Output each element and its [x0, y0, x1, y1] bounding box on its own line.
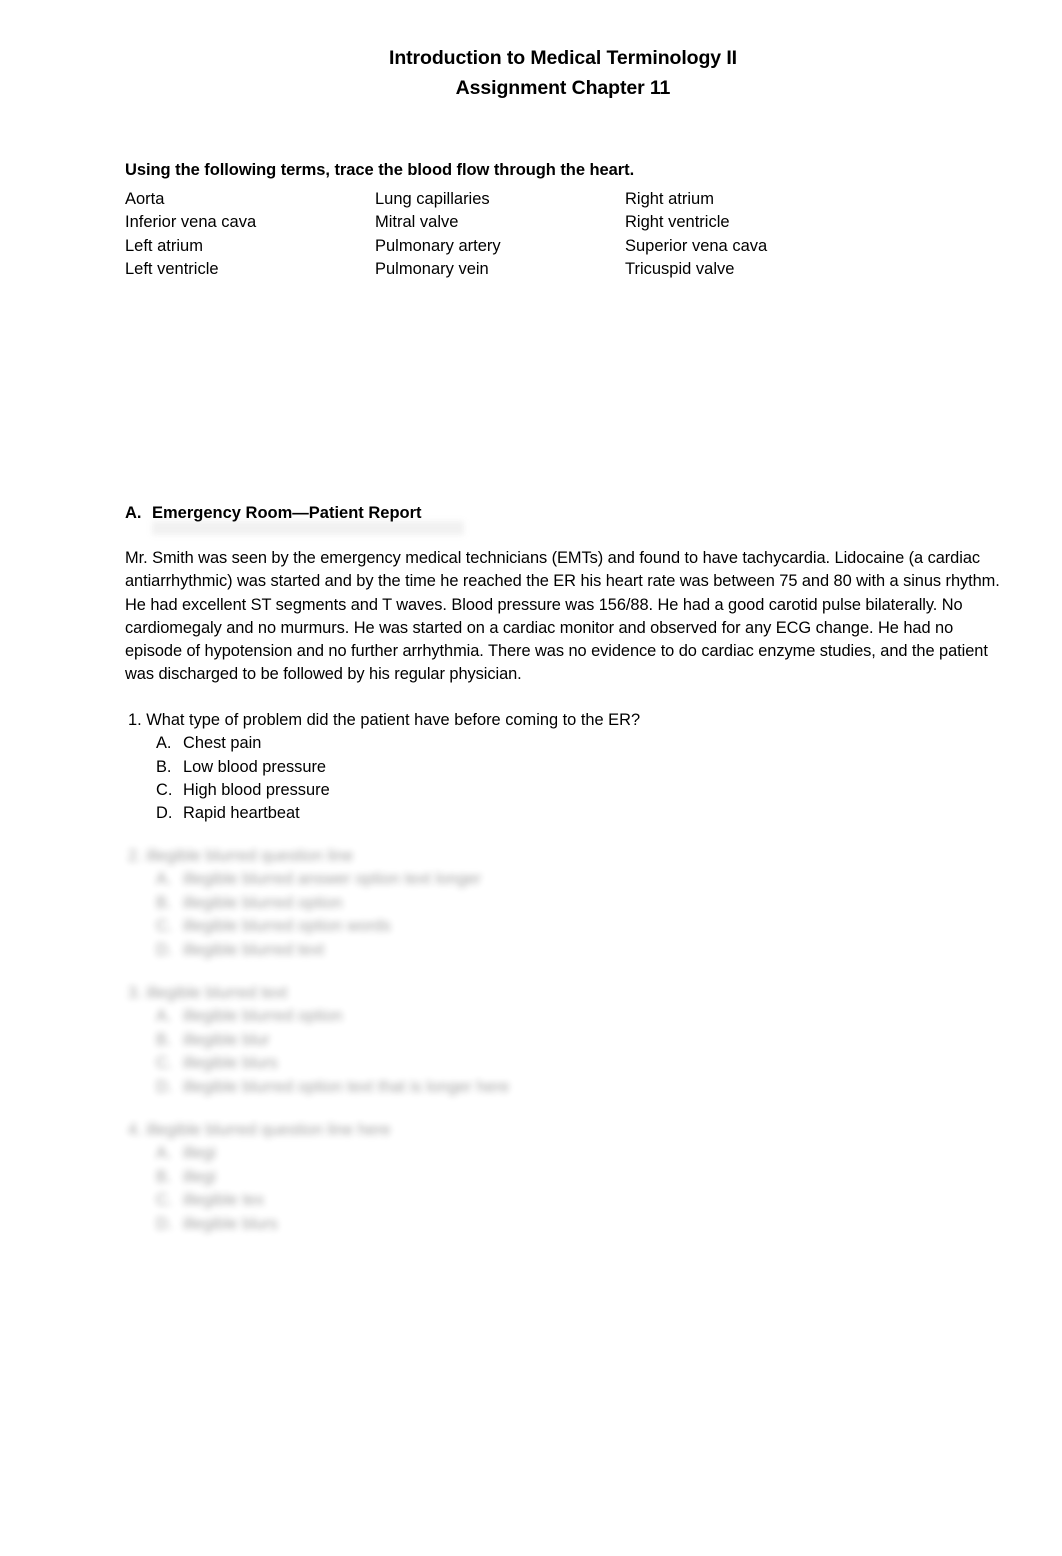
heading-smudge-artifact: [152, 521, 464, 535]
term-item: Pulmonary vein: [375, 260, 489, 279]
option-letter: C.: [156, 1054, 173, 1073]
option-label: illegible tex: [183, 1191, 265, 1210]
option-row[interactable]: A. illegible blurred option: [125, 1005, 1025, 1028]
option-row[interactable]: C. High blood pressure: [125, 779, 1001, 802]
term-item: Mitral valve: [375, 213, 459, 232]
page-title: Introduction to Medical Terminology II A…: [125, 44, 1001, 103]
option-row[interactable]: D. Rapid heartbeat: [125, 802, 1001, 825]
question-3-prompt: illegible blurred text: [146, 984, 288, 1003]
option-letter: C.: [156, 781, 173, 799]
option-label: illegible blurs: [183, 1054, 278, 1073]
term-item: Aorta: [125, 190, 165, 208]
term-item: Inferior vena cava: [125, 213, 257, 232]
question-1-options: A. Chest pain B. Low blood pressure C. High…: [125, 732, 1001, 826]
option-row[interactable]: D. illegible blurred text: [125, 939, 1025, 962]
option-label: illegible blurred option: [183, 1007, 343, 1026]
option-row[interactable]: B. illegible blurred option: [125, 892, 1025, 915]
term-item: Tricuspid valve: [625, 260, 735, 279]
option-row[interactable]: C. illegible blurs: [125, 1052, 1025, 1075]
term-item: Right atrium: [625, 190, 714, 208]
question-4-options: A. illegi B. illegi C. illegible tex D. ille…: [125, 1142, 1025, 1236]
document-content: Introduction to Medical Terminology II A…: [125, 44, 1001, 282]
option-label: illegible blurred option text that is lo…: [183, 1077, 510, 1096]
option-row[interactable]: A. Chest pain: [125, 732, 1001, 755]
option-letter: D.: [156, 1077, 173, 1096]
section-a: A. Emergency Room—Patient Report Mr. Smit…: [125, 502, 1001, 826]
question-2-number: 2.: [128, 847, 142, 865]
option-letter: B.: [156, 1167, 172, 1186]
question-1-number: 1.: [128, 710, 142, 729]
option-letter: D.: [156, 1214, 173, 1233]
option-label: illegible blurred option: [183, 893, 343, 912]
section-heading: A. Emergency Room—Patient Report: [125, 502, 1001, 535]
option-row[interactable]: B. illegible blur: [125, 1029, 1025, 1052]
option-label: Chest pain: [183, 734, 262, 753]
option-label: illegible blurred text: [183, 940, 325, 959]
option-letter: A.: [156, 870, 172, 889]
question-3: 3. illegible blurred text A. illegible bl…: [125, 982, 1025, 1099]
option-letter: D.: [156, 940, 173, 959]
option-letter: A.: [156, 1144, 172, 1163]
document-page: Introduction to Medical Terminology II A…: [0, 0, 1062, 1556]
option-letter: B.: [156, 757, 172, 776]
option-label: High blood pressure: [183, 781, 330, 799]
option-label: illegible blurs: [183, 1214, 278, 1233]
blurred-questions-region: 2. illegible blurred question line A. ill…: [125, 845, 1025, 1236]
question-3-options: A. illegible blurred option B. illegible b…: [125, 1005, 1025, 1099]
section-heading-label: Emergency Room—Patient Report: [152, 504, 422, 522]
option-letter: D.: [156, 804, 173, 823]
question-1-text: 1. What type of problem did the patient …: [128, 709, 1001, 732]
question-4-number: 4.: [128, 1121, 142, 1140]
option-row[interactable]: A. illegi: [125, 1142, 1025, 1165]
question-1-prompt: What type of problem did the patient hav…: [146, 710, 641, 729]
page-title-line-1: Introduction to Medical Terminology II: [389, 47, 737, 69]
option-row[interactable]: C. illegible blurred option words: [125, 915, 1025, 938]
page-title-line-2: Assignment Chapter 11: [455, 76, 671, 99]
option-letter: B.: [156, 1030, 172, 1049]
section-letter: A.: [125, 504, 142, 522]
option-label: illegible blurred answer option text lon…: [183, 870, 481, 889]
question-2-options: A. illegible blurred answer option text l…: [125, 868, 1025, 962]
term-item: Pulmonary artery: [375, 236, 501, 255]
option-letter: C.: [156, 917, 173, 936]
term-item: Left ventricle: [125, 260, 219, 279]
patient-report-paragraph: Mr. Smith was seen by the emergency medi…: [125, 549, 1000, 684]
option-label: Low blood pressure: [183, 757, 327, 776]
option-letter: A.: [156, 734, 172, 753]
option-row[interactable]: C. illegible tex: [125, 1189, 1025, 1212]
option-label: illegi: [183, 1144, 216, 1163]
option-letter: C.: [156, 1191, 173, 1210]
question-2-text: 2. illegible blurred question line: [128, 845, 1025, 868]
term-item: Superior vena cava: [625, 236, 768, 255]
option-row[interactable]: B. illegi: [125, 1166, 1025, 1189]
option-letter: A.: [156, 1007, 172, 1026]
instruction-text: Using the following terms, trace the blo…: [125, 161, 635, 179]
option-label: illegi: [183, 1167, 216, 1186]
option-row[interactable]: B. Low blood pressure: [125, 756, 1001, 779]
question-4: 4. illegible blurred question line here …: [125, 1119, 1025, 1236]
option-label: Rapid heartbeat: [183, 804, 300, 823]
option-label: illegible blur: [183, 1030, 270, 1049]
question-2-prompt: illegible blurred question line: [146, 847, 354, 865]
question-3-number: 3.: [128, 984, 142, 1003]
term-item: Lung capillaries: [375, 190, 490, 208]
question-3-text: 3. illegible blurred text: [128, 982, 1025, 1005]
terms-list: Aorta Lung capillaries Right atrium Infe…: [125, 188, 1001, 282]
option-row[interactable]: D. illegible blurred option text that is …: [125, 1076, 1025, 1099]
term-item: Left atrium: [125, 236, 203, 255]
term-item: Right ventricle: [625, 213, 730, 232]
question-4-prompt: illegible blurred question line here: [146, 1121, 391, 1140]
question-2: 2. illegible blurred question line A. ill…: [125, 845, 1025, 962]
question-1: 1. What type of problem did the patient …: [125, 709, 1001, 826]
option-row[interactable]: D. illegible blurs: [125, 1213, 1025, 1236]
option-row[interactable]: A. illegible blurred answer option text l…: [125, 868, 1025, 891]
option-letter: B.: [156, 893, 172, 912]
question-4-text: 4. illegible blurred question line here: [128, 1119, 1025, 1142]
option-label: illegible blurred option words: [183, 917, 391, 936]
